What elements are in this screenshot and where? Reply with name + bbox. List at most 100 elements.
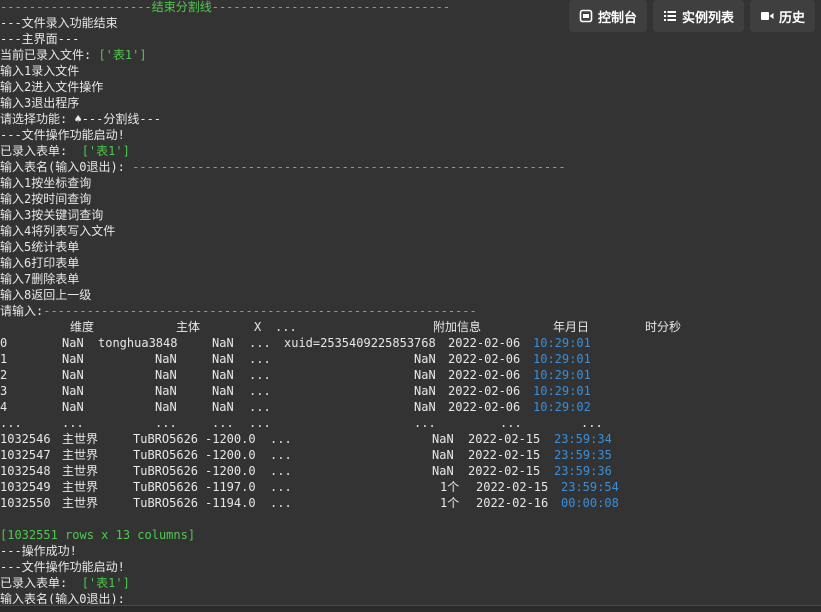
row-index: 1032547 bbox=[0, 448, 51, 462]
row-dots: ... bbox=[249, 400, 271, 414]
row-time: 00:00:08 bbox=[561, 496, 619, 510]
row-time: 10:29:01 bbox=[533, 384, 591, 398]
registered-forms-value: ['表1'] bbox=[81, 144, 130, 158]
row-date: 2022-02-15 bbox=[468, 432, 541, 446]
op-success-line: ---操作成功! bbox=[0, 544, 77, 558]
row-dim: 主世界 bbox=[62, 464, 99, 478]
row-main: TuBRO5626 bbox=[133, 464, 199, 478]
row-time: 23:59:36 bbox=[554, 464, 612, 478]
row-x: -1197.0 bbox=[205, 480, 256, 494]
enter-table-name-dashes: ----------------------------------------… bbox=[132, 160, 566, 174]
row-dim: NaN bbox=[62, 384, 84, 398]
row-dots: ... bbox=[249, 416, 271, 430]
registered-forms-label: 已录入表单: bbox=[0, 144, 82, 158]
select-function-line: 请选择功能: ♠---分割线--- bbox=[0, 111, 821, 127]
row-extra: NaN bbox=[432, 448, 454, 462]
table-header: 维度 主体 X ... 附加信息 年月日 时分秒 bbox=[0, 319, 821, 335]
row-dim: 主世界 bbox=[62, 432, 99, 446]
row-dim: NaN bbox=[62, 336, 84, 350]
row-dim: 主世界 bbox=[62, 496, 99, 510]
row-time: ... bbox=[581, 416, 603, 430]
row-dim: ... bbox=[62, 416, 84, 430]
row-xuid: xuid=2535409225853768 bbox=[284, 336, 436, 350]
row-dim: NaN bbox=[62, 400, 84, 414]
main-menu-title: ---主界面--- bbox=[0, 32, 80, 46]
enter-table-name-line: 输入表名(输入0退出): ---------------------------… bbox=[0, 159, 821, 175]
row-date: 2022-02-06 bbox=[448, 400, 521, 414]
op-option-6: 输入6打印表单 bbox=[0, 256, 80, 270]
row-dots: ... bbox=[249, 336, 271, 350]
op-option-7: 输入7删除表单 bbox=[0, 272, 80, 286]
please-input-label: 请输入: bbox=[0, 304, 44, 318]
row-time: 10:29:01 bbox=[533, 352, 591, 366]
please-input-dashes: ----------------------------------------… bbox=[43, 304, 477, 318]
header-x: X bbox=[254, 320, 262, 334]
console-output[interactable]: ---------------------结束分割线--------------… bbox=[0, 0, 821, 604]
table-summary: [1032551 rows x 13 columns] bbox=[0, 528, 196, 542]
row-date: 2022-02-15 bbox=[476, 480, 549, 494]
row-main: NaN bbox=[155, 384, 177, 398]
op-option-4: 输入4将列表写入文件 bbox=[0, 224, 116, 238]
row-x: NaN bbox=[212, 352, 234, 366]
bottom-scroll-edge bbox=[0, 605, 821, 612]
list-icon bbox=[663, 11, 676, 21]
row-time: 23:59:35 bbox=[554, 448, 612, 462]
table-row: 1032550 主世界 TuBRO5626 -1194.0 ... 1个 202… bbox=[0, 495, 821, 511]
console-button[interactable]: 控制台 bbox=[568, 0, 647, 32]
table-name-prompt[interactable]: 输入表名(输入0退出): bbox=[0, 591, 821, 604]
history-button-label: 历史 bbox=[778, 10, 805, 26]
op-option-1: 输入1按坐标查询 bbox=[0, 176, 92, 190]
table-ellipsis-row: ... ... ... ... ... ... ... ... bbox=[0, 415, 821, 431]
table-row: 2 NaN NaN NaN ... NaN 2022-02-06 10:29:0… bbox=[0, 367, 821, 383]
registered-forms-line: 已录入表单: ['表1'] bbox=[0, 143, 821, 159]
row-dots: ... bbox=[270, 432, 292, 446]
row-index: 1 bbox=[0, 352, 8, 366]
row-x: -1194.0 bbox=[205, 496, 256, 510]
row-dots: ... bbox=[249, 352, 271, 366]
row-index: 1032549 bbox=[0, 480, 51, 494]
separator-text: ---分割线--- bbox=[81, 112, 162, 126]
header-date: 年月日 bbox=[553, 320, 590, 334]
row-dots: ... bbox=[270, 480, 292, 494]
op-option-5: 输入5统计表单 bbox=[0, 240, 80, 254]
current-files-label: 当前已录入文件: bbox=[0, 48, 99, 62]
row-dim: 主世界 bbox=[62, 448, 99, 462]
row-extra: 1个 bbox=[440, 496, 460, 510]
row-date: 2022-02-15 bbox=[468, 448, 541, 462]
header-dim: 维度 bbox=[70, 320, 95, 334]
row-dots: ... bbox=[270, 464, 292, 478]
table-row: 4 NaN NaN NaN ... NaN 2022-02-06 10:29:0… bbox=[0, 399, 821, 415]
row-main: NaN bbox=[155, 368, 177, 382]
instances-button[interactable]: 实例列表 bbox=[652, 0, 744, 32]
file-op-started-line: ---文件操作功能启动! bbox=[0, 128, 125, 142]
row-extra: NaN bbox=[414, 400, 436, 414]
history-button[interactable]: 历史 bbox=[749, 0, 815, 32]
club-icon: ♠ bbox=[74, 112, 82, 126]
row-x: NaN bbox=[212, 336, 234, 350]
row-dim: NaN bbox=[62, 352, 84, 366]
row-index: 3 bbox=[0, 384, 8, 398]
row-time: 23:59:34 bbox=[554, 432, 612, 446]
header-time: 时分秒 bbox=[645, 320, 682, 334]
select-function-label: 请选择功能: bbox=[0, 112, 75, 126]
op-option-8: 输入8返回上一级 bbox=[0, 288, 92, 302]
row-index: ... bbox=[0, 416, 22, 430]
header-extra: 附加信息 bbox=[433, 320, 482, 334]
console-button-label: 控制台 bbox=[597, 10, 637, 26]
table-row: 0 NaN tonghua3848 NaN ... xuid=253540922… bbox=[0, 335, 821, 351]
console-icon bbox=[579, 9, 593, 23]
row-time: 10:29:01 bbox=[533, 368, 591, 382]
row-date: 2022-02-15 bbox=[468, 464, 541, 478]
please-input-line: 请输入:------------------------------------… bbox=[0, 303, 821, 319]
row-time: 10:29:01 bbox=[533, 336, 591, 350]
row-index: 1032548 bbox=[0, 464, 51, 478]
row-extra: NaN bbox=[432, 432, 454, 446]
menu-option-3: 输入3退出程序 bbox=[0, 96, 80, 110]
file-op-restart-line: ---文件操作功能启动! bbox=[0, 560, 125, 574]
table-row: 1 NaN NaN NaN ... NaN 2022-02-06 10:29:0… bbox=[0, 351, 821, 367]
row-main: TuBRO5626 bbox=[133, 480, 199, 494]
row-x: -1200.0 bbox=[205, 448, 256, 462]
row-index: 2 bbox=[0, 368, 8, 382]
menu-option-1: 输入1录入文件 bbox=[0, 64, 80, 78]
row-main: ... bbox=[155, 416, 177, 430]
